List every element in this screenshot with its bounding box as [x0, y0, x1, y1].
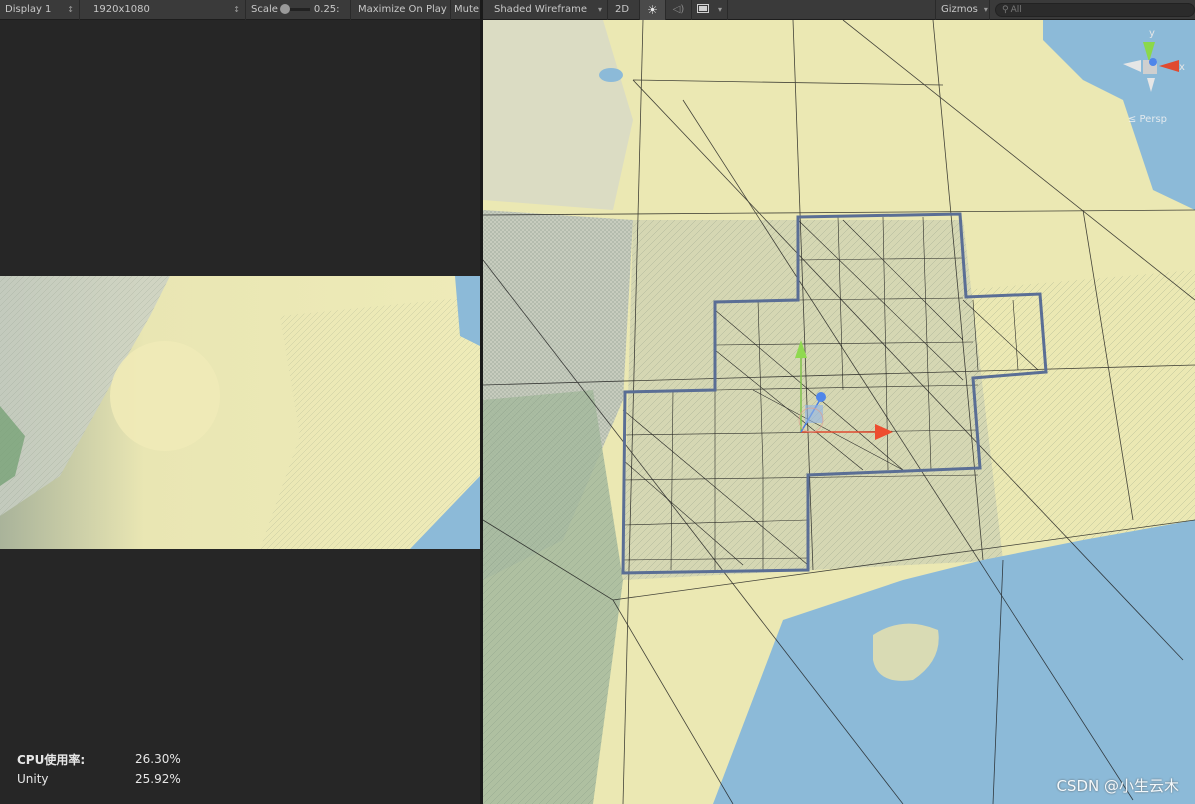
watermark-text: CSDN @小生云木 — [1056, 777, 1179, 795]
gizmo-x-label: x — [1179, 62, 1185, 73]
2d-toggle-label: 2D — [615, 4, 630, 15]
speaker-icon: ◁) — [672, 4, 685, 15]
unity-usage-row: Unity 25.92% — [17, 769, 181, 789]
maximize-on-play-label: Maximize On Play — [358, 4, 447, 15]
cpu-usage-row: CPU使用率: 26.30% — [17, 749, 181, 769]
scale-label: Scale — [251, 4, 278, 15]
scene-lighting-toggle[interactable]: ☀ — [640, 0, 666, 20]
orientation-gizmo[interactable]: y x — [1123, 26, 1187, 96]
draw-mode-dropdown[interactable]: Shaded Wireframe — [483, 0, 608, 20]
scene-search-input[interactable]: ⚲ All — [995, 2, 1195, 17]
scene-map-render — [483, 20, 1195, 804]
mute-audio-label: Mute — [454, 4, 480, 15]
display-select-label: Display 1 — [5, 4, 52, 15]
scene-effects-dropdown[interactable] — [692, 0, 728, 20]
image-icon — [697, 3, 709, 16]
gizmo-y-label: y — [1149, 28, 1155, 39]
game-view-toolbar: Display 1 1920x1080 Scale 0.25: Maximize… — [0, 0, 480, 20]
resolution-label: 1920x1080 — [93, 4, 150, 15]
scale-control: Scale 0.25: — [246, 0, 351, 20]
sun-icon: ☀ — [647, 2, 658, 17]
draw-mode-label: Shaded Wireframe — [494, 4, 587, 15]
scene-view[interactable]: y x ≤ Persp CSDN @小生云木 — [483, 20, 1195, 804]
2d-toggle-button[interactable]: 2D — [608, 0, 640, 20]
scale-value: 0.25: — [313, 4, 340, 15]
mute-audio-button[interactable]: Mute — [451, 0, 480, 20]
cpu-usage-value: 26.30% — [135, 752, 181, 766]
gizmos-dropdown[interactable]: Gizmos — [935, 0, 990, 20]
scale-slider-knob[interactable] — [279, 4, 290, 14]
unity-usage-value: 25.92% — [135, 772, 181, 786]
maximize-on-play-button[interactable]: Maximize On Play — [351, 0, 451, 20]
gizmo-neg-x-cone — [1123, 60, 1141, 72]
perspective-arrow-icon: ≤ — [1127, 114, 1137, 125]
performance-stats: CPU使用率: 26.30% Unity 25.92% — [17, 749, 181, 789]
search-placeholder: All — [1010, 4, 1022, 15]
unity-usage-label: Unity — [17, 772, 49, 786]
scale-slider[interactable] — [279, 4, 310, 14]
scene-audio-toggle[interactable]: ◁) — [666, 0, 692, 20]
resolution-select[interactable]: 1920x1080 — [80, 0, 246, 20]
display-select[interactable]: Display 1 — [0, 0, 80, 20]
game-view[interactable]: CPU使用率: 26.30% Unity 25.92% — [0, 20, 480, 804]
cpu-usage-label: CPU使用率: — [17, 752, 86, 767]
gizmo-neg-y-cone — [1147, 78, 1155, 92]
perspective-label[interactable]: ≤ Persp — [1128, 114, 1167, 125]
perspective-text: Persp — [1139, 114, 1168, 125]
search-icon: ⚲ — [1002, 4, 1009, 15]
gizmo-z-cone — [1149, 58, 1157, 66]
gizmos-label: Gizmos — [941, 4, 978, 15]
gizmo-x-cone — [1159, 60, 1179, 72]
game-view-map-render — [0, 276, 480, 549]
scene-view-toolbar: Shaded Wireframe 2D ☀ ◁) Gizmos ⚲ All — [483, 0, 1195, 20]
